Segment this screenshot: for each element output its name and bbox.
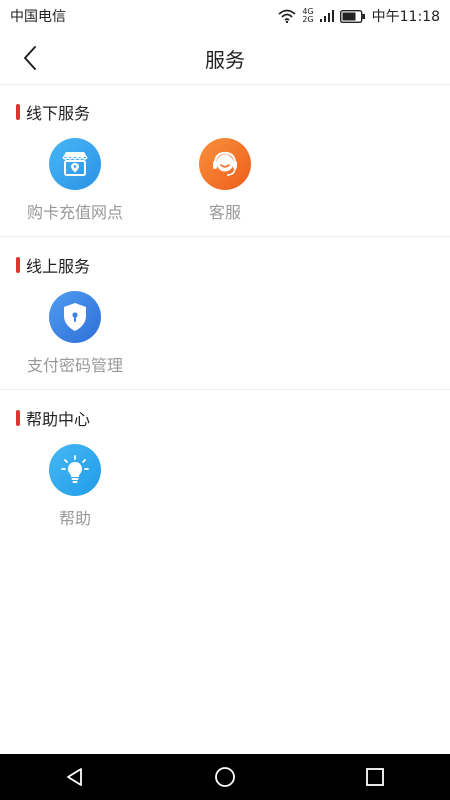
section-online-services: 线上服务 支付密码管理: [0, 253, 450, 390]
section-title-text: 线上服务: [26, 257, 91, 276]
nav-home-button[interactable]: [195, 754, 255, 800]
lightbulb-icon: [49, 444, 101, 496]
tile-label: 购卡充值网点: [26, 203, 123, 222]
section-title: 线下服务: [16, 100, 90, 124]
status-bar: 中国电信 4G 2G 中午11:18: [0, 0, 450, 32]
wifi-icon: [278, 9, 296, 23]
section-title-text: 线下服务: [26, 104, 91, 123]
service-tile-payment-password[interactable]: 支付密码管理: [15, 291, 135, 376]
section-title: 帮助中心: [16, 406, 90, 430]
tile-label: 客服: [208, 203, 241, 222]
page-title: 服务: [205, 47, 245, 72]
nav-back-button[interactable]: [45, 754, 105, 800]
shield-lock-icon: [49, 291, 101, 343]
section-accent-bar: [16, 410, 20, 426]
tile-label: 支付密码管理: [26, 356, 123, 375]
circle-home-icon: [215, 767, 235, 787]
network-type: 4G 2G: [302, 8, 313, 24]
system-nav-bar: [0, 754, 450, 800]
service-tile-customer-service[interactable]: 客服: [165, 138, 285, 223]
header: 服务: [0, 32, 450, 85]
section-title-text: 帮助中心: [26, 410, 91, 429]
store-location-icon: [49, 138, 101, 190]
triangle-back-icon: [67, 768, 82, 786]
section-offline-services: 线下服务 购卡充值网点 客服: [0, 100, 450, 237]
tile-label: 帮助: [58, 509, 91, 528]
network-type-bottom: 2G: [302, 15, 314, 24]
clock: 中午11:18: [371, 9, 440, 25]
signal-icon: [319, 10, 334, 22]
square-recents-icon: [366, 768, 384, 786]
battery-icon: [339, 9, 366, 23]
service-tile-help[interactable]: 帮助: [15, 444, 135, 529]
section-title: 线上服务: [16, 253, 90, 277]
back-button[interactable]: [14, 42, 46, 74]
section-accent-bar: [16, 104, 20, 120]
headset-icon: [199, 138, 251, 190]
service-tile-card-recharge-outlets[interactable]: 购卡充值网点: [15, 138, 135, 223]
back-chevron-icon: [24, 46, 36, 70]
section-accent-bar: [16, 257, 20, 273]
status-icons: 4G 2G 中午11:18: [278, 6, 440, 26]
section-help-center: 帮助中心 帮助: [0, 406, 450, 542]
carrier-label: 中国电信: [10, 9, 66, 25]
nav-recents-button[interactable]: [345, 754, 405, 800]
